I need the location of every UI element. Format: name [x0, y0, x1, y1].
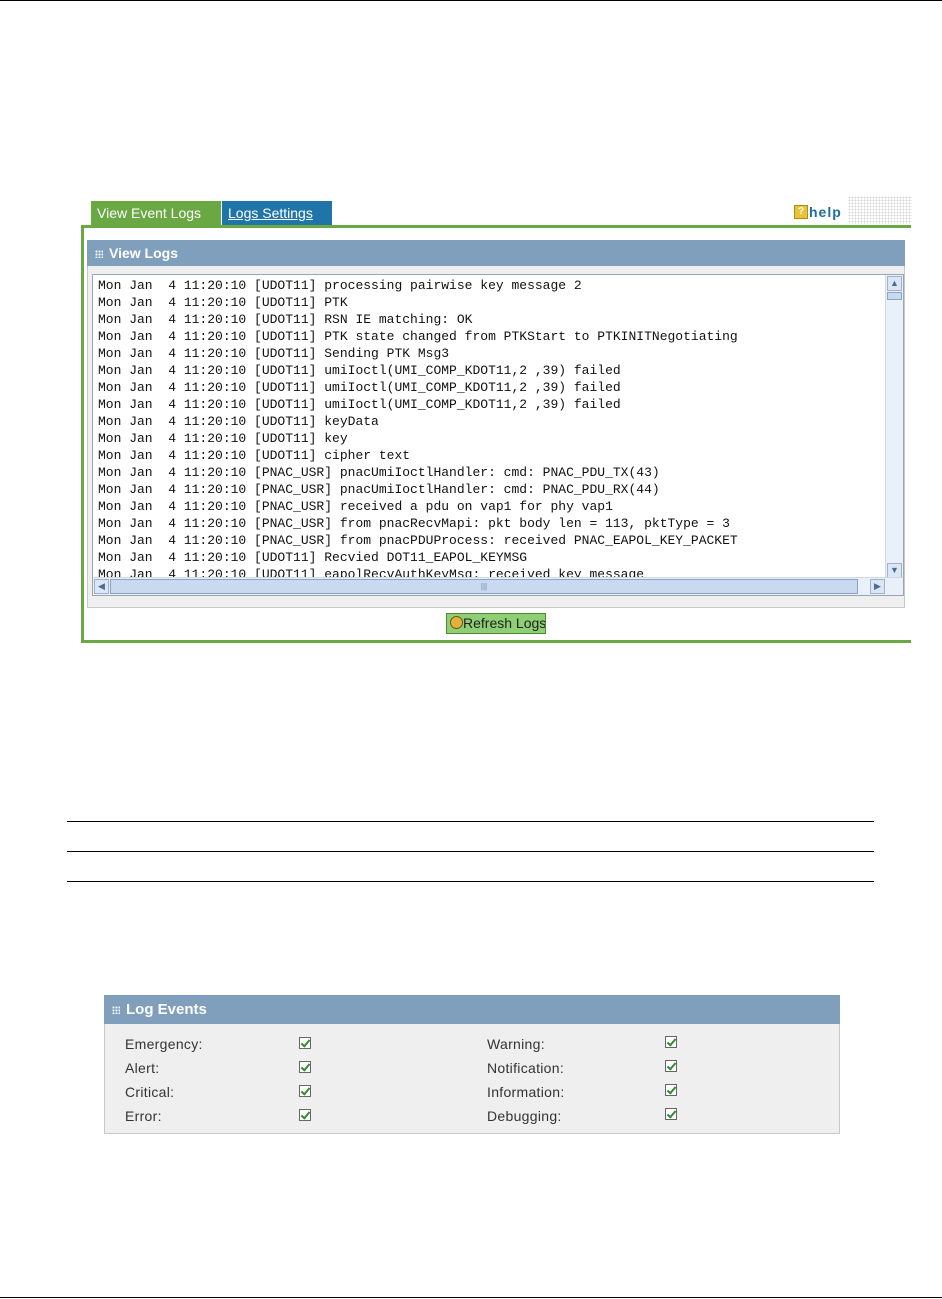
log-line: Mon Jan 4 11:20:10 [PNAC_USR] received a…: [98, 499, 613, 514]
view-logs-screenshot: View Event Logs Logs Settings ? help Vie…: [80, 196, 912, 644]
table-rule-1: [67, 821, 874, 822]
tab-logs-settings[interactable]: Logs Settings: [222, 201, 332, 225]
checkbox-debugging[interactable]: [665, 1108, 677, 1120]
log-line: Mon Jan 4 11:20:10 [PNAC_USR] pnacUmiIoc…: [98, 465, 660, 480]
scroll-right-icon[interactable]: ▶: [870, 579, 885, 594]
checkbox-information[interactable]: [665, 1084, 677, 1096]
checkbox-notification[interactable]: [665, 1060, 677, 1072]
log-line: Mon Jan 4 11:20:10 [UDOT11] PTK: [98, 295, 348, 310]
checkbox-critical[interactable]: [299, 1085, 311, 1097]
event-label-alert: Alert:: [125, 1060, 160, 1076]
view-logs-panel: Mon Jan 4 11:20:10 [UDOT11] processing p…: [87, 266, 905, 608]
event-label-debugging: Debugging:: [487, 1108, 562, 1124]
log-line: Mon Jan 4 11:20:10 [UDOT11] umiIoctl(UMI…: [98, 380, 621, 395]
log-events-screenshot: Log Events Emergency: Alert: Critical: E…: [104, 995, 840, 1134]
scroll-down-icon[interactable]: ▼: [887, 563, 902, 578]
help-label: help: [809, 204, 842, 220]
frame-top-border: [81, 225, 911, 228]
event-label-error: Error:: [125, 1108, 162, 1124]
checkbox-emergency[interactable]: [299, 1037, 311, 1049]
log-line: Mon Jan 4 11:20:10 [UDOT11] RSN IE match…: [98, 312, 473, 327]
table-rule-3: [67, 881, 874, 882]
view-logs-header: View Logs: [87, 240, 905, 266]
page-bottom-rule: [0, 1297, 942, 1298]
help-link[interactable]: ? help: [794, 204, 842, 220]
log-line: Mon Jan 4 11:20:10 [UDOT11] key: [98, 431, 348, 446]
horizontal-scrollbar[interactable]: ◀ ||| ▶: [93, 577, 903, 595]
log-line: Mon Jan 4 11:20:10 [UDOT11] Sending PTK …: [98, 346, 450, 361]
log-textarea[interactable]: Mon Jan 4 11:20:10 [UDOT11] processing p…: [92, 274, 904, 596]
vertical-scrollbar[interactable]: ▲ ▼: [885, 275, 903, 579]
log-events-header: Log Events: [104, 995, 840, 1024]
log-line: Mon Jan 4 11:20:10 [PNAC_USR] pnacUmiIoc…: [98, 482, 660, 497]
log-line: Mon Jan 4 11:20:10 [UDOT11] cipher text: [98, 448, 411, 463]
log-lines: Mon Jan 4 11:20:10 [UDOT11] processing p…: [98, 277, 738, 583]
event-label-emergency: Emergency:: [125, 1036, 203, 1052]
frame-left-border: [81, 225, 84, 642]
log-line: Mon Jan 4 11:20:10 [UDOT11] PTK state ch…: [98, 329, 738, 344]
log-line: Mon Jan 4 11:20:10 [UDOT11] Recvied DOT1…: [98, 550, 528, 565]
scroll-left-icon[interactable]: ◀: [94, 579, 109, 594]
view-logs-title: View Logs: [109, 245, 178, 261]
event-label-information: Information:: [487, 1084, 565, 1100]
log-line: Mon Jan 4 11:20:10 [PNAC_USR] from pnacR…: [98, 516, 730, 531]
refresh-logs-button[interactable]: Refresh Logs: [446, 613, 546, 634]
table-rule-2: [67, 851, 874, 852]
page-top-rule: [0, 0, 942, 1]
log-events-title: Log Events: [126, 1001, 207, 1018]
refresh-logs-label: Refresh Logs: [463, 615, 546, 631]
event-label-notification: Notification:: [487, 1060, 565, 1076]
refresh-icon: [450, 616, 463, 629]
grip-icon: [95, 250, 103, 259]
log-line: Mon Jan 4 11:20:10 [UDOT11] keyData: [98, 414, 379, 429]
log-line: Mon Jan 4 11:20:10 [UDOT11] processing p…: [98, 278, 582, 293]
scroll-up-icon[interactable]: ▲: [887, 276, 902, 291]
help-icon: ?: [794, 205, 808, 219]
log-line: Mon Jan 4 11:20:10 [UDOT11] umiIoctl(UMI…: [98, 363, 621, 378]
event-label-critical: Critical:: [125, 1084, 175, 1100]
checkbox-alert[interactable]: [299, 1061, 311, 1073]
horizontal-scroll-thumb[interactable]: |||: [110, 579, 858, 594]
log-line: Mon Jan 4 11:20:10 [UDOT11] umiIoctl(UMI…: [98, 397, 621, 412]
header-strip-pattern: [848, 196, 912, 224]
event-label-warning: Warning:: [487, 1036, 545, 1052]
checkbox-error[interactable]: [299, 1109, 311, 1121]
log-line: Mon Jan 4 11:20:10 [PNAC_USR] from pnacP…: [98, 533, 738, 548]
scrollbar-corner: [886, 578, 903, 595]
tab-view-event-logs[interactable]: View Event Logs: [91, 201, 221, 225]
checkbox-warning[interactable]: [665, 1036, 677, 1048]
grip-icon: [112, 1006, 120, 1015]
log-events-panel: Emergency: Alert: Critical: Error: Warni…: [104, 1024, 840, 1134]
vertical-scroll-thumb[interactable]: [887, 292, 902, 300]
frame-bottom-border: [81, 640, 911, 643]
